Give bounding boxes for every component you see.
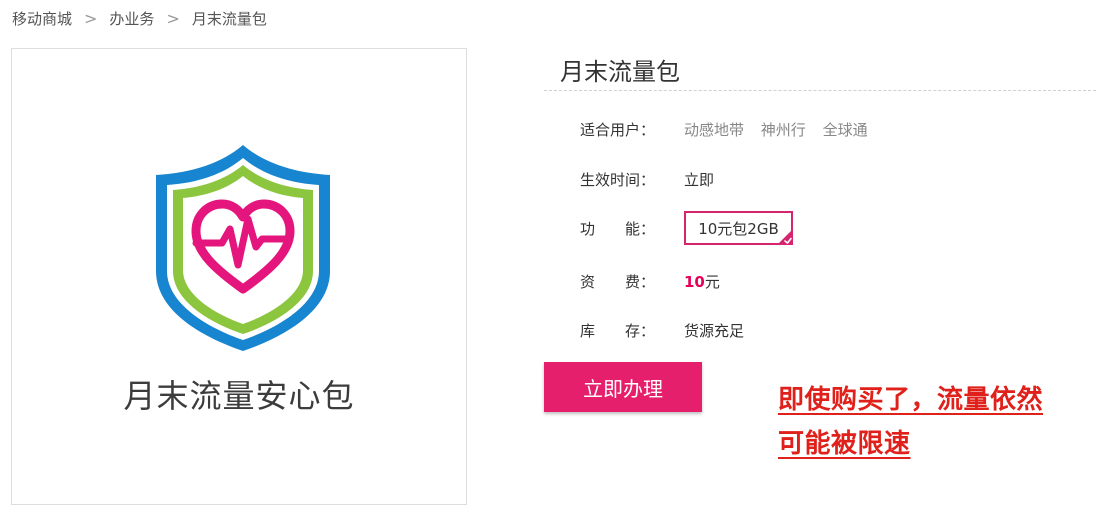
fee-unit: 元	[704, 272, 720, 291]
chevron-right-icon: >	[84, 8, 98, 28]
product-title: 月末流量包	[560, 58, 680, 86]
breadcrumb: 移动商城 > 办业务 > 月末流量包	[12, 7, 267, 29]
user-type-item: 动感地带	[684, 120, 745, 139]
attr-row-fee: 资 费： 10元	[580, 267, 720, 295]
breadcrumb-current: 月末流量包	[191, 9, 267, 28]
effective-label: 生效时间：	[580, 170, 656, 189]
buy-now-button[interactable]: 立即办理	[544, 362, 702, 412]
stock-label: 库 存：	[580, 321, 656, 340]
attr-row-function: 功 能： 10元包2GB	[580, 209, 793, 247]
users-label: 适合用户：	[580, 120, 656, 139]
users-value: 动感地带 神州行 全球通	[684, 119, 880, 140]
fee-number: 10	[684, 272, 705, 291]
breadcrumb-services[interactable]: 办业务	[109, 8, 154, 29]
fee-value: 10元	[684, 271, 720, 292]
function-label: 功 能：	[580, 219, 656, 238]
fee-label: 资 费：	[580, 272, 656, 291]
attr-row-effective: 生效时间： 立即	[580, 165, 714, 193]
annotation-text: 即使购买了，流量依然 可能被限速	[778, 378, 1078, 466]
breadcrumb-home[interactable]: 移动商城	[12, 8, 72, 29]
chevron-right-icon: >	[166, 8, 180, 28]
attr-row-stock: 库 存： 货源充足	[580, 316, 744, 344]
annotation-line-2: 可能被限速	[778, 429, 911, 459]
user-type-item: 神州行	[760, 120, 806, 139]
product-image-caption: 月末流量安心包	[123, 377, 355, 415]
effective-value: 立即	[684, 170, 715, 189]
attr-row-users: 适合用户： 动感地带 神州行 全球通	[580, 115, 880, 143]
title-divider	[544, 90, 1096, 91]
annotation-line-1: 即使购买了，流量依然	[778, 385, 1044, 415]
product-image: 月末流量安心包	[11, 48, 467, 505]
stock-value: 货源充足	[684, 321, 745, 340]
check-corner-icon	[777, 229, 793, 245]
shield-heart-icon	[156, 145, 330, 351]
user-type-item: 全球通	[822, 120, 868, 139]
function-option-label: 10元包2GB	[698, 219, 779, 238]
product-page: 移动商城 > 办业务 > 月末流量包 月末流量安心包 月末流量包 适合用户： 动…	[0, 0, 1096, 516]
function-option-selected[interactable]: 10元包2GB	[684, 211, 793, 245]
